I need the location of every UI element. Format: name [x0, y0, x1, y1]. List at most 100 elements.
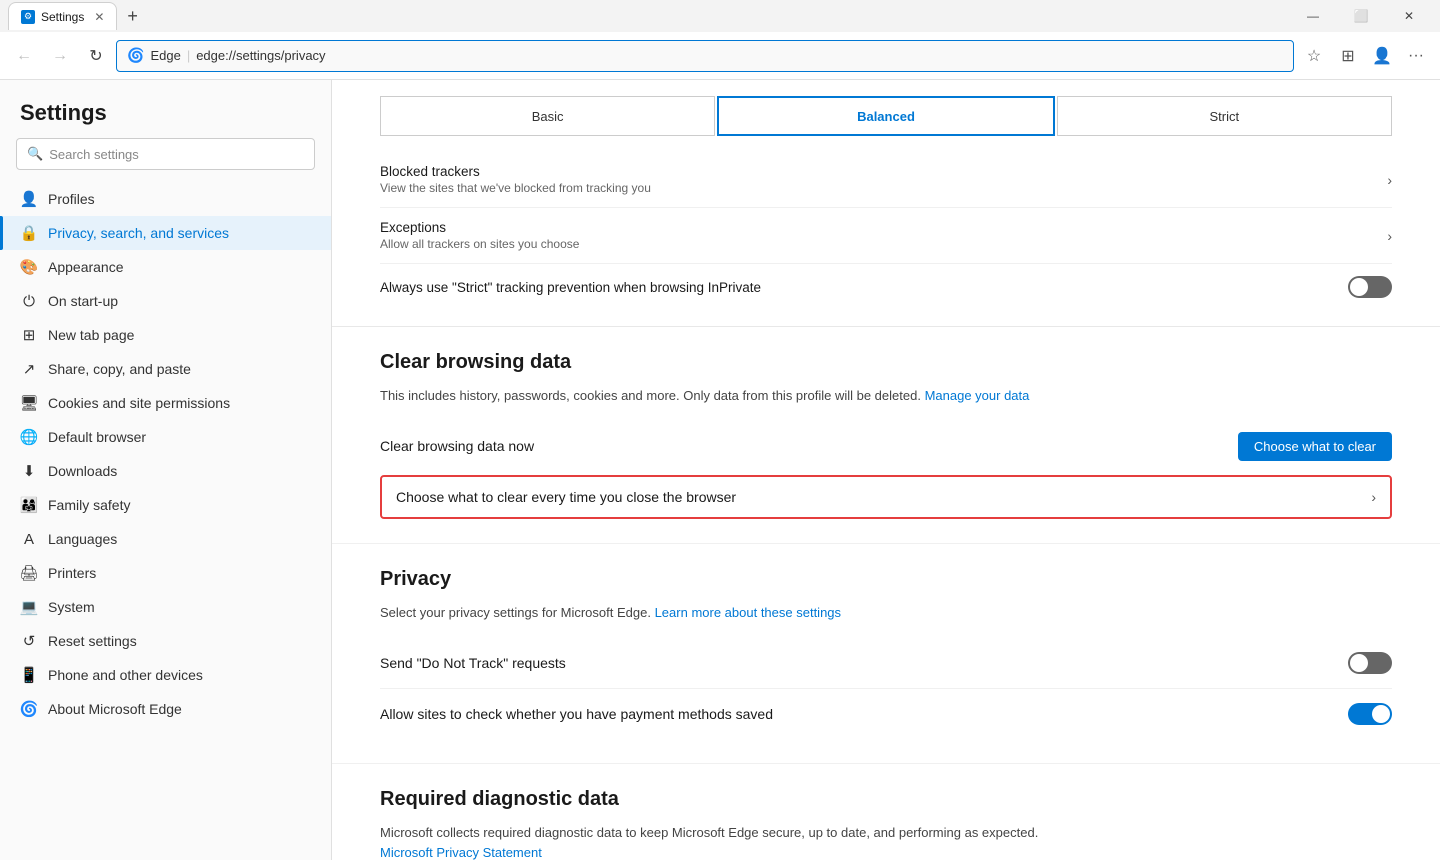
- sidebar-item-defaultbrowser[interactable]: 🌐 Default browser: [0, 420, 331, 454]
- privacy-desc-text: Select your privacy settings for Microso…: [380, 605, 651, 620]
- defaultbrowser-icon: 🌐: [20, 428, 38, 446]
- manage-data-link[interactable]: Manage your data: [925, 388, 1030, 403]
- title-bar: ⚙ Settings ✕ + — ⬜ ✕: [0, 0, 1440, 32]
- sharecopy-icon: ↗: [20, 360, 38, 378]
- strict-inprivate-toggle[interactable]: [1348, 276, 1392, 298]
- collections-icon[interactable]: ⊞: [1332, 40, 1364, 72]
- clear-now-row: Clear browsing data now Choose what to c…: [380, 422, 1392, 471]
- system-icon: 💻: [20, 598, 38, 616]
- sidebar-item-privacy[interactable]: 🔒 Privacy, search, and services: [0, 216, 331, 250]
- exceptions-label: Exceptions: [380, 220, 579, 235]
- choose-what-to-clear-button[interactable]: Choose what to clear: [1238, 432, 1392, 461]
- address-separator: |: [187, 48, 190, 63]
- refresh-button[interactable]: ↻: [80, 40, 112, 72]
- basic-tracking-button[interactable]: Basic: [380, 96, 715, 136]
- app-body: Settings 🔍 Search settings 👤 Profiles 🔒 …: [0, 80, 1440, 860]
- reset-icon: ↺: [20, 632, 38, 650]
- sidebar-item-profiles[interactable]: 👤 Profiles: [0, 182, 331, 216]
- new-tab-button[interactable]: +: [119, 4, 146, 29]
- sidebar-item-appearance[interactable]: 🎨 Appearance: [0, 250, 331, 284]
- reset-label: Reset settings: [48, 633, 137, 649]
- sidebar-item-sharecopy[interactable]: ↗ Share, copy, and paste: [0, 352, 331, 386]
- payment-methods-row: Allow sites to check whether you have pa…: [380, 689, 1392, 739]
- maximize-button[interactable]: ⬜: [1338, 0, 1384, 32]
- do-not-track-toggle-knob: [1350, 654, 1368, 672]
- exceptions-info: Exceptions Allow all trackers on sites y…: [380, 220, 579, 251]
- downloads-label: Downloads: [48, 463, 117, 479]
- privacy-icon: 🔒: [20, 224, 38, 242]
- address-input[interactable]: 🌀 Edge | edge://settings/privacy: [116, 40, 1294, 72]
- payment-methods-label: Allow sites to check whether you have pa…: [380, 706, 773, 722]
- search-icon: 🔍: [27, 146, 43, 162]
- system-label: System: [48, 599, 95, 615]
- privacy-learn-link[interactable]: Learn more about these settings: [655, 605, 841, 620]
- exceptions-sublabel: Allow all trackers on sites you choose: [380, 237, 579, 251]
- phone-icon: 📱: [20, 666, 38, 684]
- clear-now-label: Clear browsing data now: [380, 438, 534, 454]
- familysafety-icon: 👨‍👩‍👧: [20, 496, 38, 514]
- sidebar-item-phone[interactable]: 📱 Phone and other devices: [0, 658, 331, 692]
- blocked-trackers-row[interactable]: Blocked trackers View the sites that we'…: [380, 152, 1392, 208]
- accounts-icon[interactable]: 👤: [1366, 40, 1398, 72]
- do-not-track-row: Send "Do Not Track" requests: [380, 638, 1392, 689]
- tab-label: Settings: [41, 10, 84, 24]
- required-diagnostic-title: Required diagnostic data: [380, 788, 1392, 811]
- privacy-section: Privacy Select your privacy settings for…: [332, 544, 1440, 765]
- tab-close-button[interactable]: ✕: [94, 10, 104, 24]
- defaultbrowser-label: Default browser: [48, 429, 146, 445]
- exceptions-chevron: ›: [1387, 228, 1392, 244]
- startup-icon: ⏻: [20, 292, 38, 310]
- sidebar-item-system[interactable]: 💻 System: [0, 590, 331, 624]
- do-not-track-toggle[interactable]: [1348, 652, 1392, 674]
- balanced-tracking-button[interactable]: Balanced: [717, 96, 1054, 136]
- privacy-desc: Select your privacy settings for Microso…: [380, 603, 1392, 623]
- appearance-label: Appearance: [48, 259, 124, 275]
- privacy-statement-link[interactable]: Microsoft Privacy Statement: [380, 845, 542, 860]
- sidebar-item-familysafety[interactable]: 👨‍👩‍👧 Family safety: [0, 488, 331, 522]
- sidebar-item-about[interactable]: 🌀 About Microsoft Edge: [0, 692, 331, 726]
- choose-clear-on-close-chevron: ›: [1371, 489, 1376, 505]
- clear-browsing-title: Clear browsing data: [380, 351, 1392, 374]
- sidebar-item-newtab[interactable]: ⊞ New tab page: [0, 318, 331, 352]
- settings-tab[interactable]: ⚙ Settings ✕: [8, 2, 117, 30]
- about-label: About Microsoft Edge: [48, 701, 182, 717]
- sidebar-title: Settings: [0, 80, 331, 138]
- newtab-label: New tab page: [48, 327, 134, 343]
- sidebar-item-startup[interactable]: ⏻ On start-up: [0, 284, 331, 318]
- blocked-trackers-info: Blocked trackers View the sites that we'…: [380, 164, 651, 195]
- familysafety-label: Family safety: [48, 497, 130, 513]
- more-menu-button[interactable]: ···: [1400, 40, 1432, 72]
- minimize-button[interactable]: —: [1290, 0, 1336, 32]
- sidebar-item-downloads[interactable]: ⬇ Downloads: [0, 454, 331, 488]
- profiles-label: Profiles: [48, 191, 95, 207]
- favorites-icon[interactable]: ☆: [1298, 40, 1330, 72]
- sharecopy-label: Share, copy, and paste: [48, 361, 191, 377]
- back-button[interactable]: ←: [8, 40, 40, 72]
- search-box[interactable]: 🔍 Search settings: [16, 138, 315, 170]
- clear-browsing-desc: This includes history, passwords, cookie…: [380, 386, 1392, 406]
- newtab-icon: ⊞: [20, 326, 38, 344]
- forward-button[interactable]: →: [44, 40, 76, 72]
- sidebar-item-cookies[interactable]: 🖥 Cookies and site permissions: [0, 386, 331, 420]
- payment-methods-toggle[interactable]: [1348, 703, 1392, 725]
- clear-browsing-section: Clear browsing data This includes histor…: [332, 327, 1440, 544]
- window-controls: — ⬜ ✕: [1290, 0, 1432, 32]
- sidebar-item-languages[interactable]: A Languages: [0, 522, 331, 556]
- cookies-label: Cookies and site permissions: [48, 395, 230, 411]
- choose-clear-on-close-row[interactable]: Choose what to clear every time you clos…: [380, 475, 1392, 519]
- privacy-label: Privacy, search, and services: [48, 225, 229, 241]
- strict-tracking-button[interactable]: Strict: [1057, 96, 1392, 136]
- sidebar-item-printers[interactable]: 🖨 Printers: [0, 556, 331, 590]
- address-bar: ← → ↻ 🌀 Edge | edge://settings/privacy ☆…: [0, 32, 1440, 80]
- main-content: Basic Balanced Strict Blocked trackers V…: [332, 80, 1440, 860]
- downloads-icon: ⬇: [20, 462, 38, 480]
- sidebar-item-reset[interactable]: ↺ Reset settings: [0, 624, 331, 658]
- tab-strip: ⚙ Settings ✕ +: [8, 2, 1286, 30]
- printers-icon: 🖨: [20, 564, 38, 582]
- privacy-title: Privacy: [380, 568, 1392, 591]
- exceptions-row[interactable]: Exceptions Allow all trackers on sites y…: [380, 208, 1392, 264]
- close-button[interactable]: ✕: [1386, 0, 1432, 32]
- browser-label: Edge: [150, 48, 180, 63]
- languages-label: Languages: [48, 531, 117, 547]
- required-diagnostic-desc: Microsoft collects required diagnostic d…: [380, 823, 1392, 860]
